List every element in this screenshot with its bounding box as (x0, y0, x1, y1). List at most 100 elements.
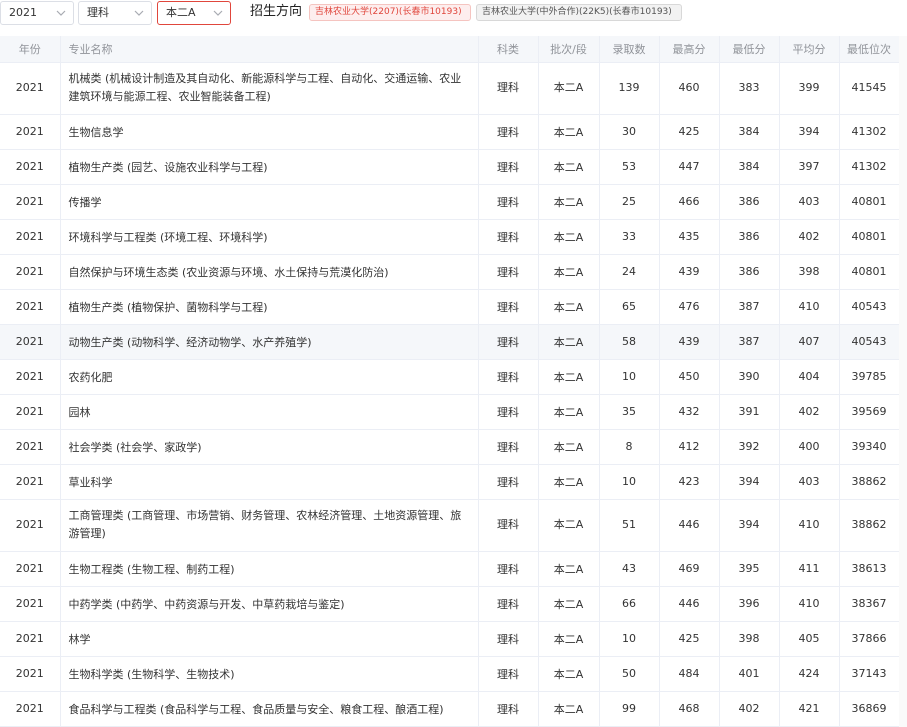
admission-table: 年份 专业名称 科类 批次/段 录取数 最高分 最低分 平均分 最低位次 202… (0, 36, 900, 727)
cell-rank: 40543 (839, 324, 900, 360)
cell-batch: 本二A (538, 324, 600, 360)
cell-avg: 397 (779, 149, 840, 185)
cell-subject: 理科 (478, 359, 539, 395)
cell-avg: 410 (779, 586, 840, 622)
cell-count: 33 (599, 219, 660, 255)
cell-max: 446 (659, 586, 720, 622)
cell-rank: 38367 (839, 586, 900, 622)
cell-count: 8 (599, 429, 660, 465)
cell-max: 460 (659, 62, 720, 115)
cell-rank: 40543 (839, 289, 900, 325)
cell-max: 439 (659, 254, 720, 290)
cell-major: 动物生产类 (动物科学、经济动物学、水产养殖学) (60, 324, 479, 360)
table-row[interactable]: 2021 传播学 理科 本二A 25 466 386 403 40801 (0, 184, 900, 220)
cell-min: 383 (719, 62, 780, 115)
cell-subject: 理科 (478, 586, 539, 622)
direction-tag-main[interactable]: 吉林农业大学(2207)(长春市10193) (309, 4, 471, 21)
cell-year: 2021 (0, 394, 61, 430)
table-row[interactable]: 2021 食品科学与工程类 (食品科学与工程、食品质量与安全、粮食工程、酿酒工程)… (0, 691, 900, 727)
cell-year: 2021 (0, 464, 61, 500)
cell-min: 386 (719, 184, 780, 220)
header-year[interactable]: 年份 (0, 36, 61, 63)
table-row[interactable]: 2021 植物生产类 (植物保护、菌物科学与工程) 理科 本二A 65 476 387 410… (0, 289, 900, 325)
cell-count: 53 (599, 149, 660, 185)
cell-count: 65 (599, 289, 660, 325)
cell-avg: 398 (779, 254, 840, 290)
cell-year: 2021 (0, 149, 61, 185)
cell-year: 2021 (0, 621, 61, 657)
cell-year: 2021 (0, 219, 61, 255)
cell-year: 2021 (0, 656, 61, 692)
table-row[interactable]: 2021 社会学类 (社会学、家政学) 理科 本二A 8 412 392 400 39340 (0, 429, 900, 465)
table-row[interactable]: 2021 园林 理科 本二A 35 432 391 402 39569 (0, 394, 900, 430)
cell-rank: 41302 (839, 114, 900, 150)
cell-subject: 理科 (478, 429, 539, 465)
cell-major: 中药学类 (中药学、中药资源与开发、中草药栽培与鉴定) (60, 586, 479, 622)
cell-rank: 39569 (839, 394, 900, 430)
cell-max: 425 (659, 621, 720, 657)
table-row[interactable]: 2021 林学 理科 本二A 10 425 398 405 37866 (0, 621, 900, 657)
cell-year: 2021 (0, 62, 61, 115)
cell-subject: 理科 (478, 656, 539, 692)
cell-subject: 理科 (478, 464, 539, 500)
cell-max: 412 (659, 429, 720, 465)
cell-year: 2021 (0, 691, 61, 727)
cell-min: 384 (719, 114, 780, 150)
cell-batch: 本二A (538, 289, 600, 325)
cell-rank: 37143 (839, 656, 900, 692)
cell-subject: 理科 (478, 551, 539, 587)
header-avg[interactable]: 平均分 (779, 36, 840, 63)
batch-select[interactable]: 本二A (157, 1, 231, 25)
header-count[interactable]: 录取数 (599, 36, 660, 63)
cell-min: 387 (719, 324, 780, 360)
batch-select-value: 本二A (166, 6, 196, 19)
cell-rank: 37866 (839, 621, 900, 657)
table-row[interactable]: 2021 生物科学类 (生物科学、生物技术) 理科 本二A 50 484 401 424 371… (0, 656, 900, 692)
header-major[interactable]: 专业名称 (60, 36, 479, 63)
filter-bar: 2021 理科 本二A 招生方向 吉林农业大学(2207)(长春市10193) … (0, 0, 907, 32)
cell-batch: 本二A (538, 394, 600, 430)
table-row[interactable]: 2021 农药化肥 理科 本二A 10 450 390 404 39785 (0, 359, 900, 395)
cell-avg: 421 (779, 691, 840, 727)
cell-subject: 理科 (478, 691, 539, 727)
table-row[interactable]: 2021 中药学类 (中药学、中药资源与开发、中草药栽培与鉴定) 理科 本二A 66 44… (0, 586, 900, 622)
header-min[interactable]: 最低分 (719, 36, 780, 63)
table-row[interactable]: 2021 植物生产类 (园艺、设施农业科学与工程) 理科 本二A 53 447 384 397… (0, 149, 900, 185)
header-max[interactable]: 最高分 (659, 36, 720, 63)
scrollbar[interactable] (899, 36, 907, 727)
cell-max: 469 (659, 551, 720, 587)
cell-max: 423 (659, 464, 720, 500)
direction-tag-cooperative[interactable]: 吉林农业大学(中外合作)(22K5)(长春市10193) (476, 4, 682, 21)
cell-avg: 410 (779, 289, 840, 325)
cell-year: 2021 (0, 551, 61, 587)
header-batch[interactable]: 批次/段 (538, 36, 600, 63)
table-row[interactable]: 2021 动物生产类 (动物科学、经济动物学、水产养殖学) 理科 本二A 58 439 38… (0, 324, 900, 360)
header-rank[interactable]: 最低位次 (839, 36, 900, 63)
cell-rank: 41302 (839, 149, 900, 185)
subject-select-value: 理科 (87, 6, 109, 19)
cell-year: 2021 (0, 429, 61, 465)
cell-count: 30 (599, 114, 660, 150)
cell-year: 2021 (0, 184, 61, 220)
header-subject[interactable]: 科类 (478, 36, 539, 63)
cell-batch: 本二A (538, 464, 600, 500)
table-row[interactable]: 2021 生物工程类 (生物工程、制药工程) 理科 本二A 43 469 395 411 386… (0, 551, 900, 587)
cell-subject: 理科 (478, 219, 539, 255)
table-row[interactable]: 2021 机械类 (机械设计制造及其自动化、新能源科学与工程、自动化、交通运输、农… (0, 62, 900, 115)
table-row[interactable]: 2021 草业科学 理科 本二A 10 423 394 403 38862 (0, 464, 900, 500)
cell-min: 386 (719, 254, 780, 290)
table-row[interactable]: 2021 环境科学与工程类 (环境工程、环境科学) 理科 本二A 33 435 386 402… (0, 219, 900, 255)
cell-batch: 本二A (538, 254, 600, 290)
cell-avg: 403 (779, 184, 840, 220)
table-row[interactable]: 2021 自然保护与环境生态类 (农业资源与环境、水土保持与荒漠化防治) 理科 本二A… (0, 254, 900, 290)
cell-year: 2021 (0, 499, 61, 552)
subject-select[interactable]: 理科 (78, 1, 152, 25)
table-row[interactable]: 2021 工商管理类 (工商管理、市场营销、财务管理、农林经济管理、土地资源管理、… (0, 499, 900, 552)
cell-count: 24 (599, 254, 660, 290)
table-row[interactable]: 2021 生物信息学 理科 本二A 30 425 384 394 41302 (0, 114, 900, 150)
cell-rank: 36869 (839, 691, 900, 727)
cell-min: 391 (719, 394, 780, 430)
cell-major: 工商管理类 (工商管理、市场营销、财务管理、农林经济管理、土地资源管理、旅游管理… (60, 499, 479, 552)
cell-rank: 39785 (839, 359, 900, 395)
year-select[interactable]: 2021 (0, 1, 74, 25)
